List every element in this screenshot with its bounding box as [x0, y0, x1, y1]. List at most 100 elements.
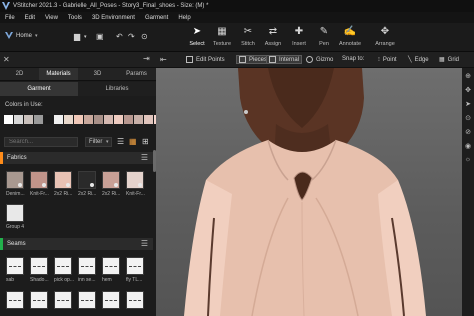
seam-thumbnail[interactable]: fly TL... [126, 257, 144, 283]
left-panel-header [0, 52, 156, 68]
edit-points-toggle[interactable]: Edit Points [186, 56, 225, 63]
home-label: Home [16, 32, 33, 39]
pieces-toggle[interactable]: Pieces [236, 55, 271, 64]
measure-icon[interactable]: ⊘ [464, 128, 472, 136]
color-swatch[interactable] [64, 115, 73, 124]
select-icon[interactable]: ➤ [464, 100, 472, 108]
color-swatch[interactable] [74, 115, 83, 124]
section-menu-icon[interactable]: ☰ [141, 153, 148, 162]
menu-tools[interactable]: Tools [68, 15, 82, 21]
section-menu-icon[interactable]: ☰ [141, 239, 148, 248]
tab-materials[interactable]: Materials [39, 68, 78, 80]
grid-view-icon[interactable]: ▦ [129, 137, 137, 146]
fabric-thumbnail[interactable]: Knit-Fr... [30, 171, 49, 197]
seam-thumbnail[interactable] [54, 291, 72, 309]
menu-view[interactable]: View [45, 15, 58, 21]
3d-viewport[interactable] [156, 68, 462, 316]
menu-garment[interactable]: Garment [145, 15, 168, 21]
color-swatch[interactable] [144, 115, 153, 124]
seam-stitch-line [57, 266, 69, 267]
filter-dropdown[interactable]: Filter ▾ [85, 137, 112, 147]
panel-toggle-icon[interactable]: ⇤ [160, 55, 167, 64]
camera-icon[interactable]: ◉ [464, 142, 472, 150]
seam-thumbnail[interactable]: hem [102, 257, 120, 283]
add-material-icon[interactable]: ⊞ [142, 137, 149, 146]
color-swatch[interactable] [44, 115, 53, 124]
move-icon[interactable]: ✥ [464, 86, 472, 94]
seam-thumbnail[interactable] [78, 291, 96, 309]
snap-grid-toggle[interactable]: ▦ Grid [439, 56, 459, 64]
pin-icon[interactable]: ⊙ [464, 114, 472, 122]
fabric-caption: 2x2 Ri... [54, 191, 73, 197]
search-input[interactable] [9, 139, 87, 145]
snap-edge-toggle[interactable]: ╲ Edge [408, 56, 429, 64]
annotate-icon: ✍ [343, 26, 357, 37]
color-swatch[interactable] [54, 115, 63, 124]
seam-thumbnail[interactable] [102, 291, 120, 309]
color-swatch[interactable] [34, 115, 43, 124]
fabrics-section-header[interactable]: Fabrics ☰ [0, 152, 153, 164]
seams-accent [0, 238, 3, 250]
seam-thumbnail[interactable]: inn se... [78, 257, 96, 283]
tab-2d[interactable]: 2D [0, 68, 39, 80]
light-icon[interactable]: ☼ [464, 156, 472, 163]
seam-swatch-image [30, 291, 48, 309]
tab-params[interactable]: Params [117, 68, 156, 80]
seam-thumbnail[interactable]: sab [6, 257, 24, 283]
redo-icon[interactable]: ↷ [128, 33, 135, 41]
menu-help[interactable]: Help [178, 15, 190, 21]
color-swatch[interactable] [114, 115, 123, 124]
fabric-swatch-image [78, 171, 96, 189]
fabric-thumbnail[interactable]: Denim... [6, 171, 25, 197]
fabric-caption: Group 4 [6, 224, 25, 230]
folder-icon[interactable]: ▆ [74, 33, 80, 41]
color-swatch[interactable] [4, 115, 13, 124]
subtab-libraries[interactable]: Libraries [78, 82, 156, 96]
menu-3d-environment[interactable]: 3D Environment [92, 15, 135, 21]
arrange-tool-button[interactable]: ✥ Arrange [370, 26, 400, 47]
seams-section-header[interactable]: Seams ☰ [0, 238, 153, 250]
annotate-tool-button[interactable]: ✍ Annotate [335, 26, 365, 47]
color-swatch[interactable] [14, 115, 23, 124]
seam-stitch-line [33, 266, 45, 267]
internal-icon [269, 56, 276, 63]
color-swatch[interactable] [124, 115, 133, 124]
menu-edit[interactable]: Edit [25, 15, 35, 21]
snap-point-toggle[interactable]: ⁝ Point [378, 56, 397, 64]
tab-3d[interactable]: 3D [78, 68, 117, 80]
seam-thumbnail[interactable]: pick op... [54, 257, 74, 283]
menu-file[interactable]: File [5, 15, 15, 21]
color-swatch[interactable] [24, 115, 33, 124]
seam-thumbnail[interactable] [6, 291, 24, 309]
color-swatch[interactable] [134, 115, 143, 124]
seam-thumbnail[interactable] [126, 291, 144, 309]
check-icon [90, 183, 94, 187]
chevron-down-icon: ▾ [35, 32, 38, 39]
view-icon[interactable]: ⊕ [464, 72, 472, 80]
home-button[interactable]: Home ▾ [5, 32, 38, 39]
list-view-icon[interactable]: ☰ [117, 137, 124, 146]
seam-thumbnail[interactable]: Shado... [30, 257, 49, 283]
fabric-thumbnail[interactable]: 2x2 Ri... [78, 171, 96, 197]
undo-icon[interactable]: ↶ [116, 33, 123, 41]
seam-thumbnail[interactable] [30, 291, 48, 309]
history-icon[interactable]: ⊙ [141, 33, 148, 41]
close-panel-icon[interactable]: ✕ [3, 55, 10, 64]
fabric-thumbnail[interactable]: 2x2 Ri... [102, 171, 120, 197]
color-swatch[interactable] [84, 115, 93, 124]
fabric-thumbnail[interactable]: 2x2 Ri... [54, 171, 72, 197]
gizmo-toggle[interactable]: Gizmo [306, 56, 333, 63]
internal-toggle[interactable]: Internal [266, 55, 303, 64]
panel-collapse-icon[interactable]: ⇥ [143, 54, 150, 63]
search-field[interactable]: ⌕ [4, 137, 91, 147]
color-swatch[interactable] [94, 115, 103, 124]
color-swatch[interactable] [104, 115, 113, 124]
folder-dropdown-icon[interactable]: ▾ [84, 33, 87, 41]
blouse-body [196, 140, 412, 316]
edit-points-icon [186, 56, 193, 63]
save-icon[interactable]: ▣ [96, 33, 104, 41]
home-logo-icon [5, 32, 13, 39]
subtab-garment[interactable]: Garment [0, 82, 78, 96]
fabric-thumbnail[interactable]: Group 4 [6, 204, 24, 230]
fabric-thumbnail[interactable]: Knit-Fr... [126, 171, 145, 197]
